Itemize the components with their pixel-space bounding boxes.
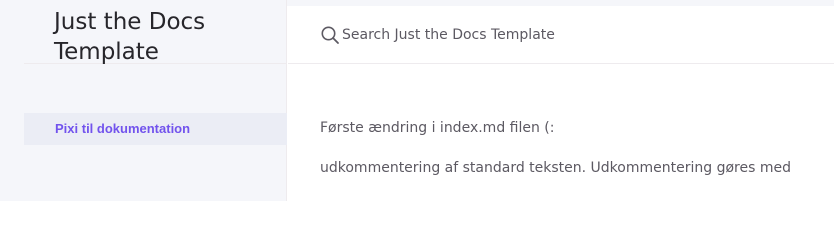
sidebar-item-pixi[interactable]: Pixi til dokumentation	[24, 113, 287, 145]
sidebar-item-label[interactable]: Pixi til dokumentation	[55, 121, 190, 137]
search-bar	[288, 6, 834, 64]
page: Just the Docs Template Pixi til dokument…	[0, 0, 834, 201]
site-header: Just the Docs Template	[24, 0, 287, 67]
content-paragraph: Første ændring i index.md filen (:	[320, 120, 555, 136]
site-title-link[interactable]: Just the Docs Template	[54, 7, 274, 67]
content-paragraph: udkommentering af standard teksten. Udko…	[320, 160, 791, 176]
search-icon	[320, 25, 340, 45]
sidebar: Just the Docs Template Pixi til dokument…	[0, 0, 287, 201]
search-input[interactable]	[342, 21, 782, 49]
